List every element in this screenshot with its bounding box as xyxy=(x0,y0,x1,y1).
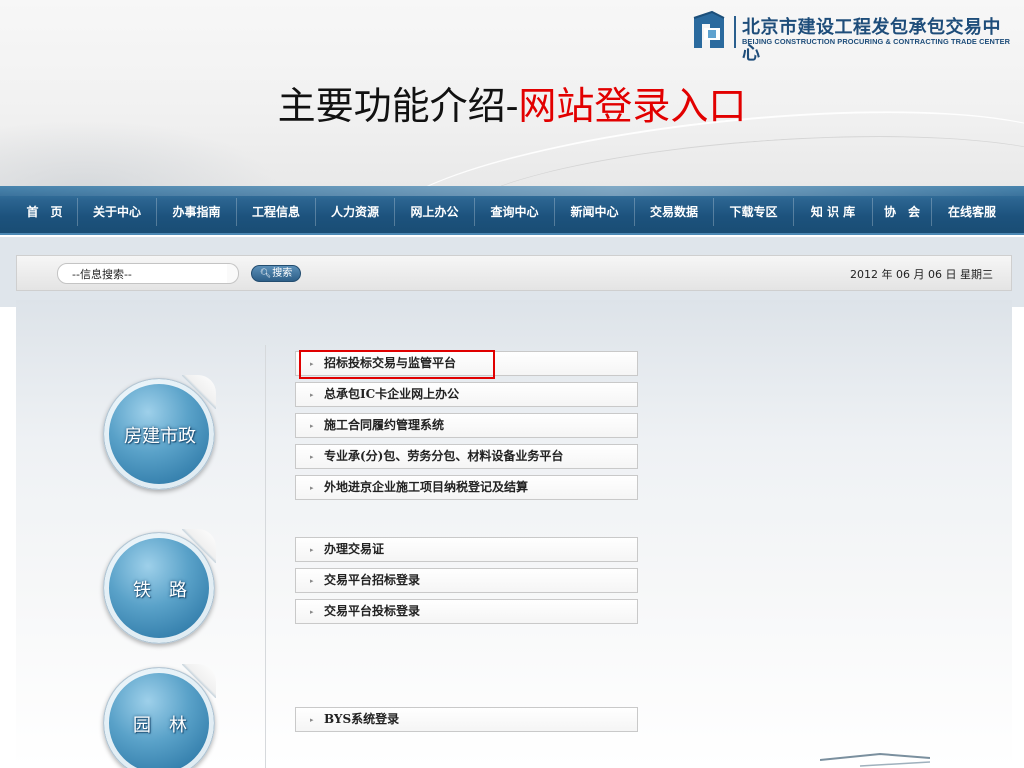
category-label-garden: 园 林 xyxy=(133,715,187,736)
category-divider xyxy=(265,345,266,768)
link-label: 办理交易证 xyxy=(324,542,385,556)
bullet-arrow-icon: ▸ xyxy=(310,483,314,492)
nav-item-downloads[interactable]: 下载专区 xyxy=(714,198,794,226)
bullet-arrow-icon: ▸ xyxy=(310,390,314,399)
link-label: 总承包IC卡企业网上办公 xyxy=(324,387,460,401)
main-nav-bar: 首 页 关于中心 办事指南 工程信息 人力资源 网上办公 查询中心 新闻中心 交… xyxy=(0,186,1024,235)
bullet-arrow-icon: ▸ xyxy=(310,421,314,430)
link-label: 交易平台投标登录 xyxy=(324,604,421,618)
link-label: 交易平台招标登录 xyxy=(324,573,421,587)
nav-item-home[interactable]: 首 页 xyxy=(12,198,78,226)
center-logo[interactable]: 北京市建设工程发包承包交易中心 BEIJING CONSTRUCTION PRO… xyxy=(690,10,1015,64)
logo-mark-icon xyxy=(693,10,725,48)
page-title-main: 主要功能介绍- xyxy=(277,84,519,128)
bullet-arrow-icon: ▸ xyxy=(310,545,314,554)
nav-item-online-service[interactable]: 在线客服 xyxy=(932,198,1012,226)
nav-item-knowledge[interactable]: 知 识 库 xyxy=(794,198,873,226)
link-bys-login[interactable]: ▸ BYS系统登录 xyxy=(295,707,638,732)
bullet-arrow-icon: ▸ xyxy=(310,576,314,585)
nav-item-about[interactable]: 关于中心 xyxy=(78,198,157,226)
link-tender-login[interactable]: ▸ 交易平台招标登录 xyxy=(295,568,638,593)
search-button-label: 搜索 xyxy=(272,268,293,279)
nav-list: 首 页 关于中心 办事指南 工程信息 人力资源 网上办公 查询中心 新闻中心 交… xyxy=(0,198,1024,226)
category-badge-railway[interactable]: 铁 路 xyxy=(103,529,216,644)
bullet-arrow-icon: ▸ xyxy=(310,452,314,461)
current-date: 2012 年 06 月 06 日 星期三 xyxy=(850,268,993,281)
slide-header: 北京市建设工程发包承包交易中心 BEIJING CONSTRUCTION PRO… xyxy=(0,0,1024,186)
category-label-railway: 铁 路 xyxy=(133,580,187,601)
nav-item-query-center[interactable]: 查询中心 xyxy=(475,198,555,226)
nav-item-news[interactable]: 新闻中心 xyxy=(555,198,635,226)
logo-english-name: BEIJING CONSTRUCTION PROCURING & CONTRAC… xyxy=(742,37,1011,46)
decorative-lines xyxy=(820,752,930,767)
link-label: BYS系统登录 xyxy=(324,712,400,726)
nav-item-trade-data[interactable]: 交易数据 xyxy=(635,198,714,226)
search-bar: 🔍︎搜索 2012 年 06 月 06 日 星期三 xyxy=(16,255,1012,291)
search-input-cap xyxy=(227,263,239,284)
bullet-arrow-icon: ▸ xyxy=(310,607,314,616)
nav-item-association[interactable]: 协 会 xyxy=(873,198,932,226)
logo-divider xyxy=(734,16,736,48)
nav-item-guide[interactable]: 办事指南 xyxy=(157,198,237,226)
category-label-housing: 房建市政 xyxy=(124,426,196,447)
highlight-box xyxy=(299,350,495,379)
link-contract-system[interactable]: ▸ 施工合同履约管理系统 xyxy=(295,413,638,438)
link-subcontract-platform[interactable]: ▸ 专业承(分)包、劳务分包、材料设备业务平台 xyxy=(295,444,638,469)
page-title: 主要功能介绍-网站登录入口 xyxy=(0,75,1024,130)
nav-item-online-office[interactable]: 网上办公 xyxy=(395,198,475,226)
category-badge-garden[interactable]: 园 林 xyxy=(103,664,216,768)
nav-item-hr[interactable]: 人力资源 xyxy=(316,198,395,226)
category-badge-housing[interactable]: 房建市政 xyxy=(103,375,216,490)
magnifier-icon: 🔍︎ xyxy=(259,269,272,279)
search-button[interactable]: 🔍︎搜索 xyxy=(251,265,301,282)
link-label: 专业承(分)包、劳务分包、材料设备业务平台 xyxy=(324,449,564,463)
link-label: 外地进京企业施工项目纳税登记及结算 xyxy=(324,480,529,494)
link-tax-registration[interactable]: ▸ 外地进京企业施工项目纳税登记及结算 xyxy=(295,475,638,500)
nav-item-project-info[interactable]: 工程信息 xyxy=(237,198,316,226)
search-input[interactable] xyxy=(57,263,237,284)
link-ic-card-office[interactable]: ▸ 总承包IC卡企业网上办公 xyxy=(295,382,638,407)
link-bid-login[interactable]: ▸ 交易平台投标登录 xyxy=(295,599,638,624)
page-title-highlight: 网站登录入口 xyxy=(518,84,747,128)
link-label: 施工合同履约管理系统 xyxy=(324,418,445,432)
bullet-arrow-icon: ▸ xyxy=(310,715,314,724)
nav-gloss xyxy=(0,186,1024,196)
link-trade-certificate[interactable]: ▸ 办理交易证 xyxy=(295,537,638,562)
